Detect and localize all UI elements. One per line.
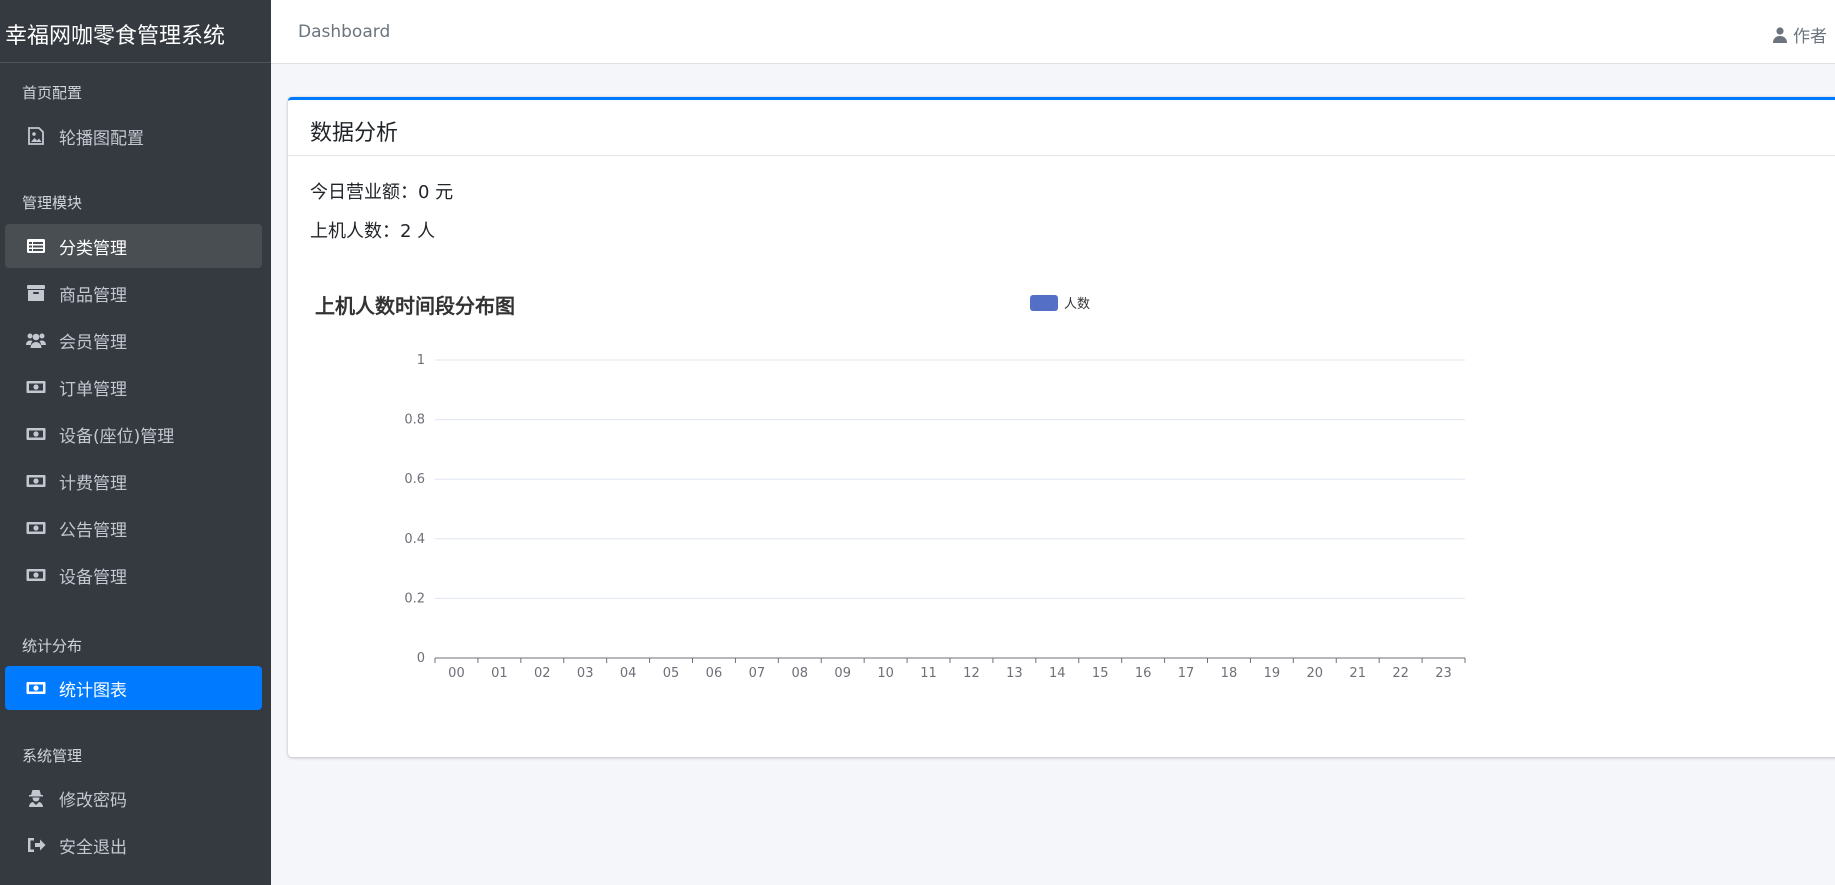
nav-item-carousel-config[interactable]: 轮播图配置 xyxy=(5,114,262,158)
y-tick-label: 0.6 xyxy=(404,472,425,487)
x-tick-label: 02 xyxy=(534,666,551,681)
nav-label: 商品管理 xyxy=(59,285,127,306)
x-tick-label: 19 xyxy=(1264,666,1281,681)
x-tick-label: 16 xyxy=(1135,666,1152,681)
breadcrumb[interactable]: Dashboard xyxy=(298,22,390,42)
nav-item-product-management[interactable]: 商品管理 xyxy=(5,271,262,315)
user-icon xyxy=(1773,26,1787,43)
x-tick-label: 13 xyxy=(1006,666,1023,681)
nav-label: 设备管理 xyxy=(59,567,127,588)
y-tick-label: 0.4 xyxy=(404,532,425,547)
nav-item-category-management[interactable]: 分类管理 xyxy=(5,224,262,268)
nav-label: 订单管理 xyxy=(59,379,127,400)
x-tick-label: 08 xyxy=(792,666,809,681)
topbar: Dashboard 作者 xyxy=(271,0,1835,64)
x-tick-label: 22 xyxy=(1392,666,1409,681)
x-tick-label: 17 xyxy=(1178,666,1195,681)
nav-item-device-management[interactable]: 设备管理 xyxy=(5,553,262,597)
sign-out-icon xyxy=(25,835,47,855)
section-header-system: 系统管理 xyxy=(22,747,83,765)
x-tick-label: 14 xyxy=(1049,666,1066,681)
card-title: 数据分析 xyxy=(288,100,1835,156)
sidebar: 幸福网咖零食管理系统 首页配置 轮播图配置 管理模块 分类管理 商品管理 会员管… xyxy=(0,0,271,885)
image-icon xyxy=(25,126,47,146)
money-bill-icon xyxy=(25,565,47,585)
x-tick-label: 23 xyxy=(1435,666,1452,681)
nav-label: 分类管理 xyxy=(59,238,127,259)
user-name: 作者 xyxy=(1793,27,1827,47)
nav-item-order-management[interactable]: 订单管理 xyxy=(5,365,262,409)
section-header-statistics: 统计分布 xyxy=(22,637,83,655)
x-tick-label: 11 xyxy=(920,666,937,681)
nav-item-member-management[interactable]: 会员管理 xyxy=(5,318,262,362)
user-menu[interactable]: 作者 xyxy=(1773,22,1827,47)
data-analysis-card: 数据分析 今日营业额：0 元 上机人数：2 人 0 0.2 0.4 0.6 0.8 1 00… xyxy=(288,97,1835,757)
user-secret-icon xyxy=(25,788,47,808)
nav-label: 轮播图配置 xyxy=(59,128,144,149)
list-icon xyxy=(25,236,47,256)
legend-swatch xyxy=(1030,294,1058,311)
nav-label: 安全退出 xyxy=(59,837,127,858)
section-header-home-config: 首页配置 xyxy=(22,84,83,102)
nav-label: 会员管理 xyxy=(59,332,127,353)
nav-item-statistics-chart[interactable]: 统计图表 xyxy=(5,666,262,710)
user-distribution-chart: 0 0.2 0.4 0.6 0.8 1 00 01 02 03 04 05 06 07 08 09 10 11 12… xyxy=(404,353,1466,681)
money-bill-icon xyxy=(25,471,47,491)
y-tick-label: 0.2 xyxy=(404,591,425,606)
nav-item-seat-management[interactable]: 设备(座位)管理 xyxy=(5,412,262,456)
nav-label: 公告管理 xyxy=(59,520,127,541)
nav-item-change-password[interactable]: 修改密码 xyxy=(5,776,262,820)
x-tick-label: 15 xyxy=(1092,666,1109,681)
section-header-management: 管理模块 xyxy=(22,194,83,212)
x-tick-label: 10 xyxy=(877,666,894,681)
revenue-today: 今日营业额：0 元 xyxy=(310,182,454,203)
x-tick-label: 09 xyxy=(834,666,851,681)
brand-title: 幸福网咖零食管理系统 xyxy=(0,0,271,63)
x-tick-label: 21 xyxy=(1349,666,1366,681)
x-tick-label: 01 xyxy=(491,666,508,681)
x-tick-label: 06 xyxy=(706,666,723,681)
nav-item-announcement-management[interactable]: 公告管理 xyxy=(5,506,262,550)
nav-item-billing-management[interactable]: 计费管理 xyxy=(5,459,262,503)
y-tick-label: 0 xyxy=(417,651,425,666)
y-tick-label: 0.8 xyxy=(404,413,425,428)
nav-item-logout[interactable]: 安全退出 xyxy=(5,823,262,867)
x-tick-label: 20 xyxy=(1307,666,1324,681)
nav-label: 修改密码 xyxy=(59,790,127,811)
archive-icon xyxy=(25,283,47,303)
money-bill-icon xyxy=(25,424,47,444)
x-tick-label: 05 xyxy=(663,666,680,681)
nav-label: 设备(座位)管理 xyxy=(59,426,175,447)
nav-label: 统计图表 xyxy=(59,680,127,701)
users-icon xyxy=(25,330,47,350)
x-tick-label: 04 xyxy=(620,666,637,681)
money-bill-icon xyxy=(25,518,47,538)
money-bill-icon xyxy=(25,678,47,698)
users-online: 上机人数：2 人 xyxy=(310,221,436,242)
chart-legend[interactable]: 人数 xyxy=(1030,293,1090,312)
x-tick-label: 00 xyxy=(448,666,465,681)
legend-label: 人数 xyxy=(1064,297,1091,312)
chart-container: 0 0.2 0.4 0.6 0.8 1 00 01 02 03 04 05 06 07 08 09 10 11 12… xyxy=(310,278,1770,708)
y-tick-label: 1 xyxy=(417,353,425,368)
x-tick-label: 07 xyxy=(749,666,766,681)
chart-title: 上机人数时间段分布图 xyxy=(315,294,515,318)
x-tick-label: 12 xyxy=(963,666,980,681)
money-bill-icon xyxy=(25,377,47,397)
nav-label: 计费管理 xyxy=(59,473,127,494)
x-tick-label: 03 xyxy=(577,666,594,681)
x-tick-label: 18 xyxy=(1221,666,1238,681)
